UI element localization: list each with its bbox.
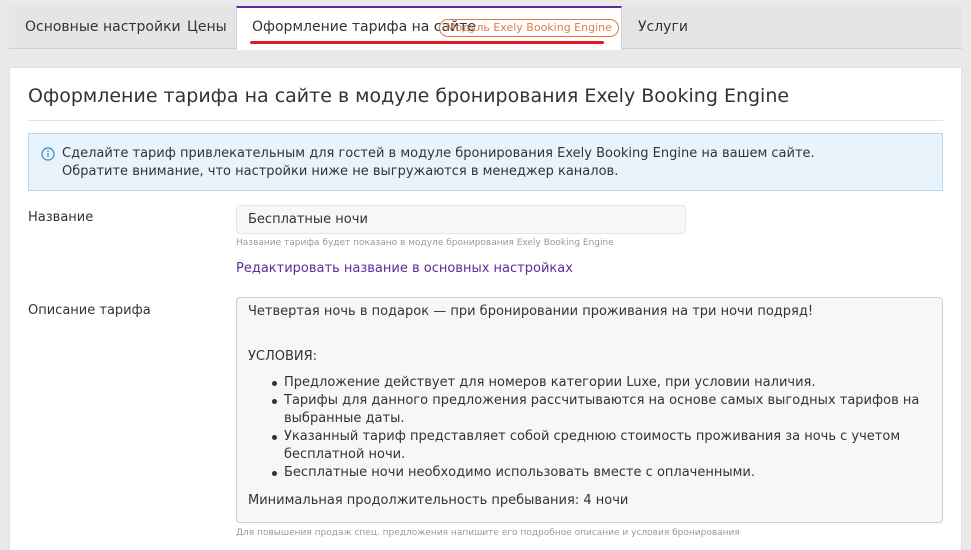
name-label: Название — [28, 210, 94, 225]
description-label: Описание тарифа — [28, 303, 151, 318]
list-item: Тарифы для данного предложения рассчитыв… — [272, 392, 931, 428]
tab-main-settings-label: Основные настройки — [25, 19, 181, 35]
tab-site-design[interactable]: Оформление тарифа на сайте Модуль Exely … — [236, 6, 622, 50]
tab-main-settings[interactable]: Основные настройки — [25, 20, 181, 34]
description-hint: Для повышения продаж спец. предложения н… — [236, 528, 740, 538]
info-banner: Сделайте тариф привлекательным для госте… — [28, 133, 943, 191]
list-item: Указанный тариф представляет собой средн… — [272, 428, 931, 464]
tab-services-label: Услуги — [638, 19, 688, 35]
page-title: Оформление тарифа на сайте в модуле брон… — [28, 85, 790, 107]
name-hint: Название тарифа будет показано в модуле … — [236, 238, 614, 248]
tab-prices[interactable]: Цены — [187, 20, 227, 34]
list-item: Предложение действует для номеров катего… — [272, 374, 931, 392]
edit-name-link[interactable]: Редактировать название в основных настро… — [236, 262, 573, 275]
description-editor[interactable]: Четвертая ночь в подарок — при бронирова… — [236, 297, 943, 523]
red-underline-annotation — [250, 41, 604, 44]
description-min-stay: Минимальная продолжительность пребывания… — [248, 493, 629, 508]
conditions-list: Предложение действует для номеров катего… — [272, 374, 931, 482]
booking-engine-badge: Модуль Exely Booking Engine — [439, 19, 619, 37]
info-text-line-1: Сделайте тариф привлекательным для госте… — [62, 146, 815, 161]
tab-services[interactable]: Услуги — [638, 20, 688, 34]
description-conditions-heading: УСЛОВИЯ: — [248, 349, 318, 364]
list-item: Бесплатные ночи необходимо использовать … — [272, 464, 931, 482]
info-text-line-2: Обратите внимание, что настройки ниже не… — [62, 164, 619, 179]
tab-bar: Основные настройки Цены Оформление тариф… — [9, 6, 962, 50]
description-intro: Четвертая ночь в подарок — при бронирова… — [248, 304, 814, 319]
tab-prices-label: Цены — [187, 19, 227, 35]
name-input[interactable] — [236, 205, 686, 234]
title-divider — [28, 120, 943, 121]
settings-panel: Оформление тарифа на сайте в модуле брон… — [9, 67, 962, 550]
info-icon — [41, 147, 55, 161]
